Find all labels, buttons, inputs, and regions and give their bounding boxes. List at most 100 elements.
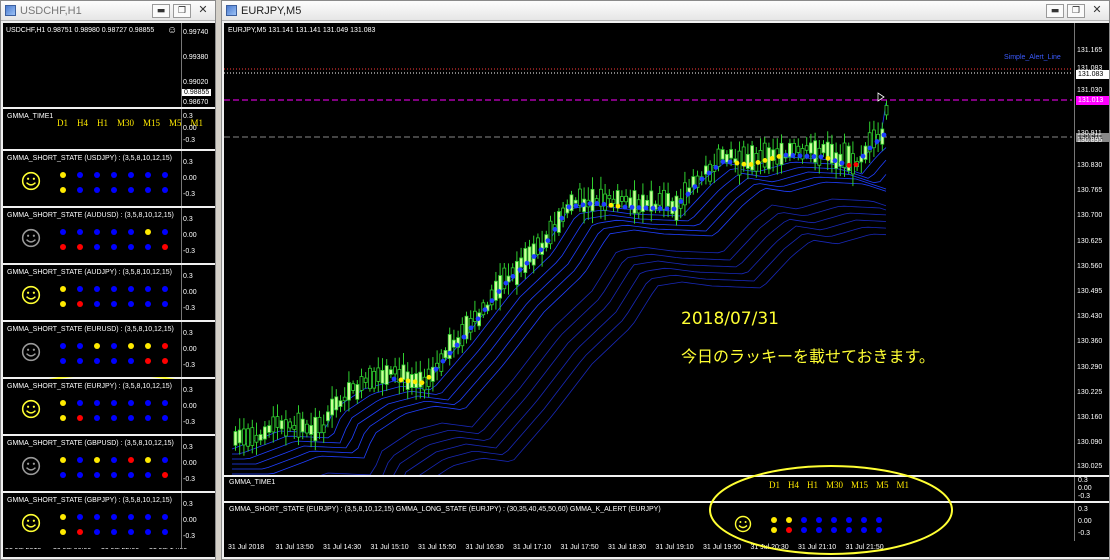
state-dot [60, 529, 66, 535]
state-marker [783, 152, 789, 158]
state-marker [643, 205, 649, 211]
scale-tick: 0.3 [1078, 506, 1088, 513]
state-marker [433, 366, 439, 372]
gmma-time-label: GMMA_TIME1 [229, 479, 276, 486]
state-marker [426, 374, 432, 380]
gmma-state-pane[interactable]: GMMA_SHORT_STATE (AUDUSD) : (3,5,8,10,12… [3, 208, 215, 263]
candle-body [716, 148, 721, 167]
state-marker [699, 176, 705, 182]
usdchf-titlebar[interactable]: USDCHF,H1 ▬ ❐ ✕ [1, 1, 215, 21]
candle-body [359, 376, 364, 391]
gmma-state-pane[interactable]: GMMA_SHORT_STATE (AUDJPY) : (3,5,8,10,12… [3, 265, 215, 320]
gmma-state-pane[interactable]: GMMA_SHORT_STATE (GBPJPY) : (3,5,8,10,12… [3, 493, 215, 548]
state-marker [538, 247, 544, 253]
state-marker [524, 260, 530, 266]
minimize-icon[interactable]: ▬ [152, 3, 170, 18]
state-marker [825, 155, 831, 161]
scale-tick: -0.3 [1078, 530, 1091, 537]
eurjpy-price-pane[interactable]: EURJPY,M5 131.141 131.141 131.049 131.08… [224, 23, 1109, 475]
gmma-state-pane[interactable]: GMMA_SHORT_STATE (EURUSD) : (3,5,8,10,12… [3, 322, 215, 377]
state-dot [60, 457, 66, 463]
state-dot [145, 343, 151, 349]
state-marker [601, 201, 607, 207]
left-gmma-time-pane[interactable]: GMMA_TIME1 D1 H4 H1 M30 M15 M5 M1 0.3 0.… [3, 109, 215, 149]
highlight-ellipse [709, 465, 953, 555]
price-tick: 131.030 [1077, 87, 1103, 94]
state-marker [685, 191, 691, 197]
price-tick: 130.090 [1077, 439, 1103, 446]
candle-body [443, 350, 448, 359]
state-dot [145, 358, 151, 364]
main-gmma-time-pane[interactable]: GMMA_TIME1 D1 H4 H1 M30 M15 M5 M1 0.3 0.… [224, 477, 1109, 501]
state-marker [447, 350, 453, 356]
state-marker [734, 160, 740, 166]
state-dot [94, 514, 100, 520]
state-marker [622, 204, 628, 210]
gmma-state-label: GMMA_SHORT_STATE (EURJPY) : (3,5,8,10,12… [229, 506, 661, 513]
state-marker [839, 160, 845, 166]
time-label: 31 Jul 16:30 [465, 544, 504, 551]
candle-body [624, 195, 629, 203]
state-dot [128, 172, 134, 178]
close-icon[interactable]: ✕ [194, 3, 212, 18]
candle-body [435, 362, 440, 368]
close-icon[interactable]: ✕ [1088, 3, 1106, 18]
candle-body [288, 421, 292, 429]
minimize-icon[interactable]: ▬ [1046, 3, 1064, 18]
state-marker [769, 156, 775, 161]
state-dot [111, 529, 117, 535]
annotation-date: 2018/07/31 [681, 309, 779, 329]
gmma-state-pane[interactable]: GMMA_SHORT_STATE (USDJPY) : (3,5,8,10,12… [3, 151, 215, 206]
scale-tick: 0.3 [183, 113, 193, 120]
state-dot [94, 472, 100, 478]
eurjpy-titlebar[interactable]: EURJPY,M5 ▬ ❐ ✕ [222, 1, 1109, 21]
state-dot [111, 514, 117, 520]
state-dot [94, 301, 100, 307]
state-marker [713, 165, 719, 170]
state-dot [128, 457, 134, 463]
smiley-icon [21, 171, 41, 191]
restore-icon[interactable]: ❐ [173, 3, 191, 18]
price-tick: 130.290 [1077, 364, 1103, 371]
state-marker [594, 201, 600, 206]
state-dot [145, 415, 151, 421]
candle-body [607, 195, 612, 200]
state-marker [657, 206, 663, 211]
gmma-state-pane[interactable]: GMMA_SHORT_STATE (GBPUSD) : (3,5,8,10,12… [3, 436, 215, 491]
restore-icon[interactable]: ❐ [1067, 3, 1085, 18]
main-gmma-state-pane[interactable]: GMMA_SHORT_STATE (EURJPY) : (3,5,8,10,12… [224, 503, 1109, 541]
state-dot [162, 472, 168, 478]
state-dot [111, 472, 117, 478]
state-dot [128, 358, 134, 364]
state-dot [94, 286, 100, 292]
state-marker [475, 316, 481, 322]
state-marker [587, 201, 593, 207]
state-marker [391, 376, 397, 382]
state-dot [77, 472, 83, 478]
gmma-state-pane[interactable]: GMMA_SHORT_STATE (EURJPY) : (3,5,8,10,12… [3, 379, 215, 434]
usdchf-price-pane[interactable]: USDCHF,H1 0.98751 0.98980 0.98727 0.9885… [3, 23, 215, 107]
usdchf-window[interactable]: USDCHF,H1 ▬ ❐ ✕ USDCHF,H1 0.98751 0.9898… [0, 0, 216, 560]
state-dot [162, 400, 168, 406]
smiley-icon [21, 285, 41, 305]
eurjpy-candlestick-chart[interactable] [224, 23, 1072, 475]
state-dot [128, 343, 134, 349]
candle-body [577, 188, 582, 207]
scale-divider [181, 379, 182, 434]
state-marker [629, 204, 635, 210]
eurjpy-window[interactable]: EURJPY,M5 ▬ ❐ ✕ EURJPY,M5 131.141 131.14… [221, 0, 1110, 560]
state-dot [162, 514, 168, 520]
state-dot [128, 415, 134, 421]
state-marker [552, 227, 558, 232]
scale-divider [181, 23, 182, 107]
state-marker [860, 153, 866, 159]
scale-tick: -0.3 [183, 419, 196, 426]
candle-body [284, 419, 288, 437]
state-marker [510, 274, 516, 279]
price-tick: 130.025 [1077, 463, 1103, 470]
state-dot [60, 472, 66, 478]
candle-body [615, 190, 620, 206]
candle-body [527, 246, 532, 263]
state-marker [608, 202, 614, 208]
state-dot [77, 229, 83, 235]
